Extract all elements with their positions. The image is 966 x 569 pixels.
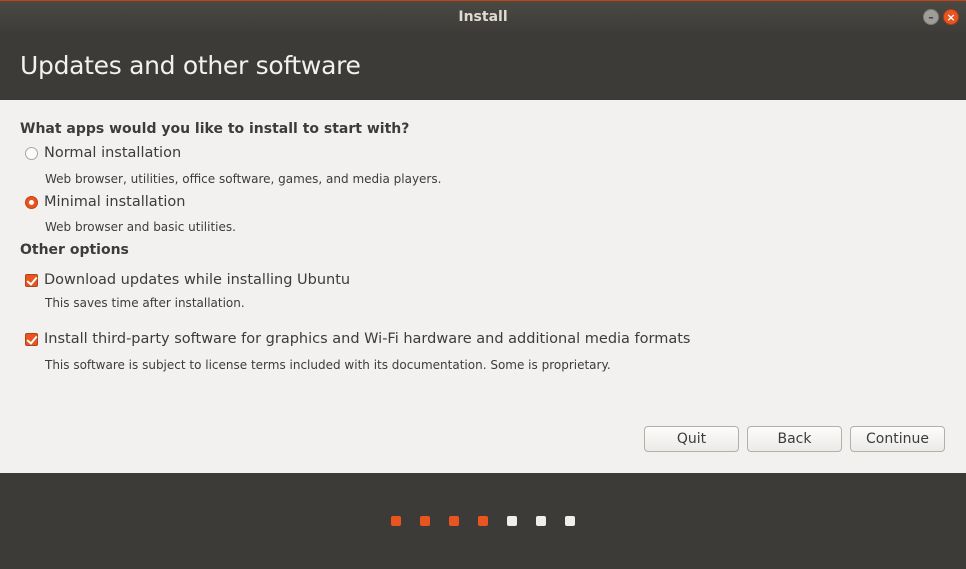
page-header: Updates and other software — [0, 33, 966, 100]
other-options-heading: Other options — [20, 242, 129, 258]
download-updates-checkbox[interactable]: Download updates while installing Ubuntu — [25, 272, 350, 288]
progress-dot-pending — [507, 516, 517, 526]
normal-installation-label: Normal installation — [44, 145, 182, 161]
progress-footer — [0, 473, 966, 569]
third-party-software-label: Install third-party software for graphic… — [44, 331, 691, 347]
download-updates-label: Download updates while installing Ubuntu — [44, 272, 351, 288]
normal-installation-description: Web browser, utilities, office software,… — [45, 172, 442, 186]
minimal-installation-description: Web browser and basic utilities. — [45, 220, 236, 234]
download-updates-description: This saves time after installation. — [45, 296, 245, 310]
progress-dot-completed — [391, 516, 401, 526]
progress-dot-pending — [536, 516, 546, 526]
radio-checked-icon[interactable] — [25, 195, 38, 209]
continue-button[interactable]: Continue — [850, 426, 945, 452]
radio-unchecked-icon[interactable] — [25, 146, 38, 160]
main-content: What apps would you like to install to s… — [0, 100, 966, 473]
checkbox-checked-icon[interactable] — [25, 273, 38, 287]
window-titlebar: Install – × — [0, 0, 966, 33]
apps-section-heading: What apps would you like to install to s… — [20, 121, 410, 137]
close-button[interactable]: × — [943, 9, 959, 25]
minimize-icon: – — [928, 10, 934, 24]
progress-dots — [391, 516, 594, 526]
normal-installation-radio[interactable]: Normal installation — [25, 145, 181, 161]
page-title: Updates and other software — [20, 51, 361, 80]
checkbox-checked-icon[interactable] — [25, 332, 38, 346]
close-icon: × — [946, 10, 956, 24]
progress-dot-completed — [420, 516, 430, 526]
progress-dot-completed — [449, 516, 459, 526]
third-party-software-description: This software is subject to license term… — [45, 358, 611, 372]
minimize-button[interactable]: – — [923, 9, 939, 25]
minimal-installation-radio[interactable]: Minimal installation — [25, 194, 185, 210]
progress-dot-pending — [565, 516, 575, 526]
window-title: Install — [458, 9, 508, 25]
quit-button[interactable]: Quit — [644, 426, 739, 452]
back-button[interactable]: Back — [747, 426, 842, 452]
third-party-software-checkbox[interactable]: Install third-party software for graphic… — [25, 331, 690, 347]
progress-dot-completed — [478, 516, 488, 526]
minimal-installation-label: Minimal installation — [44, 194, 186, 210]
